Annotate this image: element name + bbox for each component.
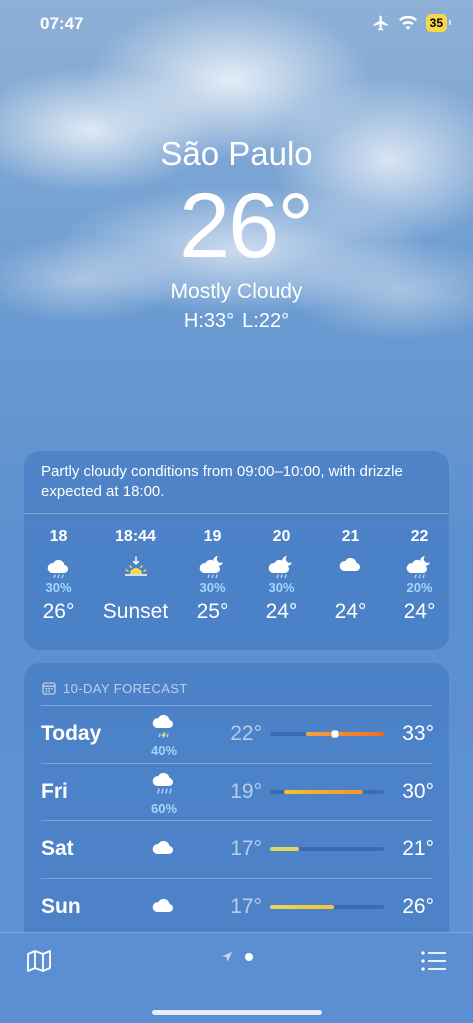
- airplane-icon: [373, 15, 388, 31]
- high-low: H:33° L:22°: [0, 310, 473, 333]
- hour-precip: [316, 580, 385, 596]
- page-dot-active: [244, 953, 253, 961]
- hour-temp: 24°: [265, 600, 298, 623]
- rain-cloud-icon: [152, 772, 174, 794]
- day-name: Fri: [41, 779, 68, 803]
- day-name: Sat: [41, 837, 74, 860]
- list-icon[interactable]: [421, 951, 447, 971]
- hour-icon-wrap: [385, 554, 449, 580]
- temp-range-bar: [270, 730, 384, 738]
- temp-range-fill: [305, 732, 384, 736]
- hour-temp: 25°: [196, 600, 229, 623]
- day-row[interactable]: Fri 60% 19° 30°: [24, 762, 449, 820]
- status-bar: 07:47 35: [0, 0, 473, 48]
- bottom-toolbar: [0, 932, 473, 1023]
- day-high: 26°: [402, 894, 434, 918]
- hour-icon-wrap: [247, 554, 316, 580]
- daily-forecast-card[interactable]: 10-DAY FORECAST Today 40% 22° 33° Fri 60% 19° 3…: [24, 663, 449, 963]
- day-high: 33°: [402, 722, 434, 745]
- temp-range-fill: [284, 789, 363, 794]
- low-temp: L:22°: [242, 310, 290, 332]
- hour-temp: 24°: [334, 600, 367, 623]
- day-low: 17°: [230, 837, 262, 860]
- day-icon-wrap: 40%: [146, 713, 182, 758]
- battery-icon: 35: [425, 14, 452, 32]
- location-arrow-icon: [221, 952, 232, 962]
- day-precip: 60%: [150, 800, 178, 816]
- temp-range-bar: [270, 847, 384, 851]
- hour-item: 20 30% 24°: [247, 526, 316, 626]
- drizzle-cloud-moon-icon: [268, 556, 292, 579]
- day-row[interactable]: Sun 17° 26°: [24, 877, 449, 935]
- temp-range-bar: [270, 789, 384, 794]
- temp-range-bar: [270, 904, 384, 909]
- hour-temp: 26°: [42, 600, 75, 623]
- hour-time: 19: [203, 528, 222, 545]
- cloud-icon: [152, 898, 174, 912]
- thunderstorm-cloud-icon: [152, 714, 174, 739]
- drizzle-cloud-moon-icon: [406, 556, 430, 579]
- day-name: Today: [41, 722, 102, 745]
- hour-precip: 30%: [199, 580, 226, 595]
- hour-precip: [93, 580, 178, 596]
- cloud-icon: [152, 840, 174, 854]
- day-icon-wrap: [146, 837, 182, 868]
- sunset-icon: [124, 556, 147, 576]
- temp-range-fill: [270, 904, 335, 909]
- day-precip: 40%: [150, 743, 178, 758]
- hour-time: 18:44: [115, 528, 156, 545]
- hour-icon-wrap: [24, 554, 93, 580]
- status-icons: 35: [372, 14, 452, 32]
- drizzle-cloud-icon: [47, 559, 68, 579]
- temp-range-fill: [270, 847, 299, 851]
- page-indicator[interactable]: [0, 951, 473, 963]
- calendar-icon: [42, 682, 56, 695]
- day-row[interactable]: Today 40% 22° 33°: [24, 705, 449, 762]
- daily-forecast-title: 10-DAY FORECAST: [63, 680, 188, 696]
- hour-icon-wrap: [178, 554, 247, 580]
- hour-time: 18: [49, 528, 68, 545]
- current-temp-dot: [331, 730, 340, 738]
- hour-temp: 24°: [403, 600, 436, 623]
- hour-time: 20: [272, 528, 291, 545]
- hour-icon-wrap: [93, 554, 178, 580]
- hour-temp: Sunset: [102, 600, 169, 623]
- hour-time: 21: [341, 528, 360, 545]
- day-icon-wrap: 60%: [146, 771, 182, 816]
- day-icon-wrap: [146, 895, 182, 926]
- high-temp: H:33°: [183, 310, 235, 332]
- hourly-list[interactable]: 18 30% 26° 18:44 Sunset 19 30% 25° 20 30% 24° 21 24°…: [24, 514, 449, 626]
- hourly-forecast-card[interactable]: Partly cloudy conditions from 09:00–10:0…: [24, 451, 449, 650]
- current-temperature: 26°: [178, 175, 314, 277]
- hour-item: 22 20% 24°: [385, 526, 449, 626]
- daily-forecast-header: 10-DAY FORECAST: [24, 663, 449, 699]
- day-low: 22°: [230, 722, 262, 745]
- forecast-summary: Partly cloudy conditions from 09:00–10:0…: [24, 451, 449, 514]
- hour-time: 22: [410, 528, 429, 545]
- hour-precip: 30%: [45, 580, 72, 595]
- hour-item: 19 30% 25°: [178, 526, 247, 626]
- day-low: 19°: [230, 779, 262, 803]
- status-time: 07:47: [40, 14, 84, 33]
- city-name: São Paulo: [160, 135, 313, 172]
- day-high: 30°: [402, 779, 434, 803]
- hour-precip: 30%: [268, 580, 295, 595]
- hour-item: 18 30% 26°: [24, 526, 93, 626]
- condition-text: Mostly Cloudy: [170, 280, 303, 303]
- hour-item: 18:44 Sunset: [93, 526, 178, 626]
- hour-item: 21 24°: [316, 526, 385, 626]
- drizzle-cloud-moon-icon: [199, 556, 223, 579]
- hour-icon-wrap: [316, 554, 385, 580]
- day-name: Sun: [41, 894, 81, 918]
- day-row[interactable]: Sat 17° 21°: [24, 820, 449, 877]
- home-indicator[interactable]: [152, 1010, 322, 1015]
- day-high: 21°: [402, 837, 434, 860]
- current-weather: São Paulo 26° Mostly Cloudy H:33° L:22°: [0, 132, 473, 333]
- hour-precip: 20%: [406, 580, 433, 595]
- cloud-icon: [339, 557, 360, 571]
- wifi-icon: [398, 16, 417, 30]
- day-low: 17°: [230, 894, 262, 918]
